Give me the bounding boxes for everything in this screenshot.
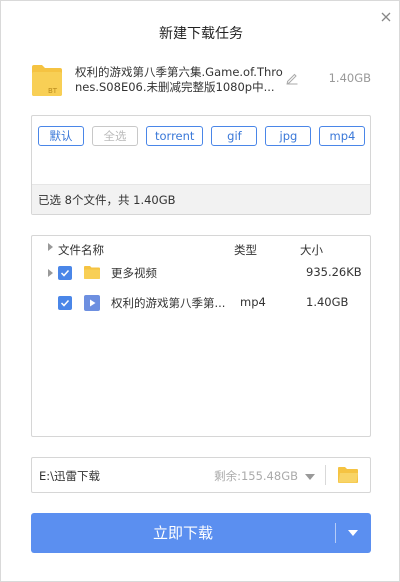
download-options-dropdown-icon[interactable] (336, 513, 371, 553)
expand-all-icon[interactable] (48, 243, 53, 251)
filter-tags: 默认 全选 torrent gif jpg mp4 (38, 126, 366, 146)
tag-torrent[interactable]: torrent (146, 126, 204, 146)
task-info: BT 权利的游戏第八季第六集.Game.of.Thrones.S08E06.未删… (31, 63, 371, 99)
edit-name-icon[interactable] (285, 71, 299, 85)
folder-icon (84, 266, 100, 279)
tag-jpg[interactable]: jpg (265, 126, 312, 146)
close-icon[interactable] (378, 9, 394, 25)
filter-panel: 默认 全选 torrent gif jpg mp4 已选 8个文件，共 1.40… (31, 115, 371, 215)
download-now-label: 立即下载 (152, 524, 213, 542)
save-path-field[interactable]: E:\迅雷下载 剩余:155.48GB (31, 457, 371, 493)
file-name: 更多视频 (111, 266, 157, 280)
tag-mp4[interactable]: mp4 (319, 126, 366, 146)
row-checkbox[interactable] (58, 296, 72, 310)
tag-default[interactable]: 默认 (38, 126, 84, 146)
save-path-value[interactable]: E:\迅雷下载 (39, 468, 100, 484)
path-history-dropdown-icon[interactable] (305, 474, 315, 480)
download-now-button[interactable]: 立即下载 (31, 513, 371, 553)
table-row[interactable]: 更多视频 935.26KB (32, 262, 370, 284)
task-size: 1.40GB (328, 71, 371, 85)
bt-file-icon: BT (31, 63, 63, 97)
row-checkbox[interactable] (58, 266, 72, 280)
file-size: 1.40GB (306, 295, 349, 309)
file-size: 935.26KB (306, 265, 362, 279)
dialog-title: 新建下载任务 (159, 26, 243, 42)
file-name: 权利的游戏第八季第... (111, 296, 226, 310)
tag-select-all[interactable]: 全选 (92, 126, 138, 146)
column-header-type[interactable]: 类型 (234, 242, 257, 258)
table-row[interactable]: 权利的游戏第八季第... mp4 1.40GB (32, 292, 370, 314)
selection-summary: 已选 8个文件，共 1.40GB (32, 184, 370, 214)
column-header-size[interactable]: 大小 (300, 242, 323, 258)
task-name: 权利的游戏第八季第六集.Game.of.Thrones.S08E06.未删减完整… (75, 65, 283, 94)
browse-folder-button[interactable] (337, 466, 359, 484)
tag-gif[interactable]: gif (211, 126, 258, 146)
file-type: mp4 (240, 295, 266, 309)
expand-folder-icon[interactable] (48, 269, 53, 277)
path-divider (325, 465, 326, 485)
bt-icon-label: BT (48, 87, 58, 95)
video-file-icon (84, 295, 100, 311)
file-list: 文件名称 类型 大小 更多视频 935.26KB 权利的游戏第八季第... mp… (31, 235, 371, 437)
download-dialog: 新建下载任务 BT 权利的游戏第八季第六集.Game.of.Thrones.S0… (0, 0, 400, 582)
free-space-label: 剩余:155.48GB (214, 469, 298, 483)
column-header-name[interactable]: 文件名称 (58, 242, 104, 258)
